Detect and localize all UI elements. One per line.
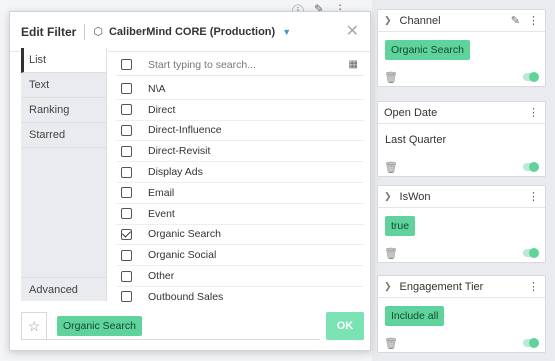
tab-list[interactable]: List bbox=[21, 48, 106, 73]
modal-header: Edit Filter ⬡ CaliberMind CORE (Producti… bbox=[10, 12, 370, 52]
value-chip[interactable]: true bbox=[385, 216, 416, 236]
trash-icon[interactable]: 🗑 bbox=[384, 71, 398, 84]
card-body: Include all bbox=[378, 298, 545, 334]
toggle-icon[interactable] bbox=[523, 338, 539, 348]
kebab-icon[interactable]: ⋮ bbox=[528, 190, 539, 203]
card-body: Organic Search bbox=[378, 32, 545, 68]
card-footer: 🗑 bbox=[378, 68, 545, 86]
data-source-selector[interactable]: CaliberMind CORE (Production) bbox=[109, 26, 275, 38]
card-header[interactable]: Open Date ⋮ bbox=[378, 102, 545, 124]
divider bbox=[84, 23, 86, 40]
option-label: Direct-Influence bbox=[148, 124, 222, 137]
tab-advanced[interactable]: Advanced bbox=[21, 277, 107, 301]
grid-icon[interactable]: ▦ bbox=[349, 59, 358, 70]
value-chip[interactable]: Organic Search bbox=[385, 40, 470, 60]
trash-icon[interactable]: 🗑 bbox=[384, 247, 398, 260]
option-label: Event bbox=[148, 207, 175, 220]
toggle-icon[interactable] bbox=[523, 72, 539, 82]
checkbox-icon[interactable] bbox=[121, 83, 132, 95]
option-label: Email bbox=[148, 186, 175, 199]
filter-card-channel: ❯ Channel ✎ ⋮ Organic Search 🗑 bbox=[377, 9, 546, 87]
filter-type-tabs: List Text Ranking Starred Advanced bbox=[21, 48, 107, 301]
list-item[interactable]: N\A bbox=[116, 79, 364, 100]
checkbox-icon[interactable] bbox=[121, 124, 132, 136]
option-label: Organic Social bbox=[148, 249, 217, 262]
list-item[interactable]: Organic Search bbox=[116, 225, 364, 246]
selected-values: Organic Search bbox=[47, 312, 320, 340]
checkbox-icon[interactable] bbox=[121, 145, 132, 157]
trash-icon[interactable]: 🗑 bbox=[384, 161, 398, 174]
card-title: Channel bbox=[399, 14, 441, 27]
list-item[interactable]: Event bbox=[116, 204, 364, 225]
card-title: IsWon bbox=[399, 190, 431, 203]
checkbox-icon[interactable] bbox=[121, 187, 132, 199]
kebab-icon[interactable]: ⋮ bbox=[528, 106, 539, 119]
checkbox-icon[interactable] bbox=[121, 249, 132, 261]
option-label: Outbound Sales bbox=[148, 290, 224, 303]
list-item[interactable]: Outbound Sales bbox=[116, 287, 364, 304]
card-title: Open Date bbox=[384, 106, 438, 119]
card-footer: 🗑 bbox=[378, 244, 545, 262]
toggle-icon[interactable] bbox=[523, 248, 539, 258]
list-item[interactable]: Direct-Revisit bbox=[116, 141, 364, 163]
edit-filter-modal: Edit Filter ⬡ CaliberMind CORE (Producti… bbox=[9, 11, 371, 351]
option-label: N\A bbox=[148, 82, 166, 95]
card-header[interactable]: ❯ Engagement Tier ⋮ bbox=[378, 276, 545, 298]
search-input[interactable] bbox=[148, 58, 349, 71]
option-label: Direct bbox=[148, 103, 176, 116]
option-label: Other bbox=[148, 270, 175, 283]
list-item[interactable]: Other bbox=[116, 266, 364, 287]
options-list: ▦ N\A Direct Direct-Influence Direct-Rev… bbox=[116, 54, 364, 304]
search-row: ▦ bbox=[116, 54, 364, 76]
checkbox-icon[interactable] bbox=[121, 228, 132, 240]
card-footer: 🗑 bbox=[378, 334, 545, 352]
checkbox-icon[interactable] bbox=[121, 291, 132, 303]
filter-card-open-date: Open Date ⋮ Last Quarter 🗑 bbox=[377, 101, 546, 177]
list-item[interactable]: Display Ads bbox=[116, 162, 364, 183]
list-item[interactable]: Direct-Influence bbox=[116, 121, 364, 142]
checkbox-icon[interactable] bbox=[121, 208, 132, 220]
toggle-icon[interactable] bbox=[523, 162, 539, 172]
list-item[interactable]: Email bbox=[116, 183, 364, 204]
star-icon[interactable]: ☆ bbox=[21, 312, 47, 340]
filter-card-engagement-tier: ❯ Engagement Tier ⋮ Include all 🗑 bbox=[377, 275, 546, 353]
modal-footer: ☆ Organic Search OK bbox=[21, 312, 364, 340]
option-label: Direct-Revisit bbox=[148, 145, 211, 158]
ok-button[interactable]: OK bbox=[326, 312, 364, 340]
checkbox-icon[interactable] bbox=[121, 270, 132, 282]
card-header[interactable]: ❯ IsWon ⋮ bbox=[378, 186, 545, 208]
chevron-right-icon[interactable]: ❯ bbox=[384, 15, 392, 26]
caret-down-icon[interactable]: ▼ bbox=[282, 27, 291, 37]
option-label: Organic Search bbox=[148, 228, 221, 241]
tab-text[interactable]: Text bbox=[21, 73, 106, 98]
selected-chip[interactable]: Organic Search bbox=[57, 315, 142, 336]
card-title: Engagement Tier bbox=[399, 280, 484, 293]
kebab-icon[interactable]: ⋮ bbox=[528, 14, 539, 27]
filter-card-iswon: ❯ IsWon ⋮ true 🗑 bbox=[377, 185, 546, 263]
cube-icon: ⬡ bbox=[93, 26, 103, 38]
card-body: Last Quarter bbox=[378, 124, 545, 158]
option-label: Display Ads bbox=[148, 166, 203, 179]
chevron-right-icon[interactable]: ❯ bbox=[384, 281, 392, 292]
checkbox-icon[interactable] bbox=[121, 166, 132, 178]
list-item[interactable]: Direct bbox=[116, 100, 364, 121]
tab-starred[interactable]: Starred bbox=[21, 123, 106, 148]
list-item[interactable]: Organic Social bbox=[116, 245, 364, 267]
card-footer: 🗑 bbox=[378, 158, 545, 176]
value-chip[interactable]: Include all bbox=[385, 306, 445, 326]
checkbox-icon[interactable] bbox=[121, 104, 132, 116]
trash-icon[interactable]: 🗑 bbox=[384, 337, 398, 350]
tab-ranking[interactable]: Ranking bbox=[21, 98, 106, 123]
card-header[interactable]: ❯ Channel ✎ ⋮ bbox=[378, 10, 545, 32]
close-icon[interactable]: ✕ bbox=[346, 23, 359, 40]
pencil-icon[interactable]: ✎ bbox=[511, 14, 520, 27]
modal-title: Edit Filter bbox=[21, 24, 77, 39]
value-text[interactable]: Last Quarter bbox=[385, 132, 538, 146]
kebab-icon[interactable]: ⋮ bbox=[528, 280, 539, 293]
card-body: true bbox=[378, 208, 545, 244]
chevron-right-icon[interactable]: ❯ bbox=[384, 191, 392, 202]
select-all-checkbox[interactable] bbox=[121, 59, 132, 70]
